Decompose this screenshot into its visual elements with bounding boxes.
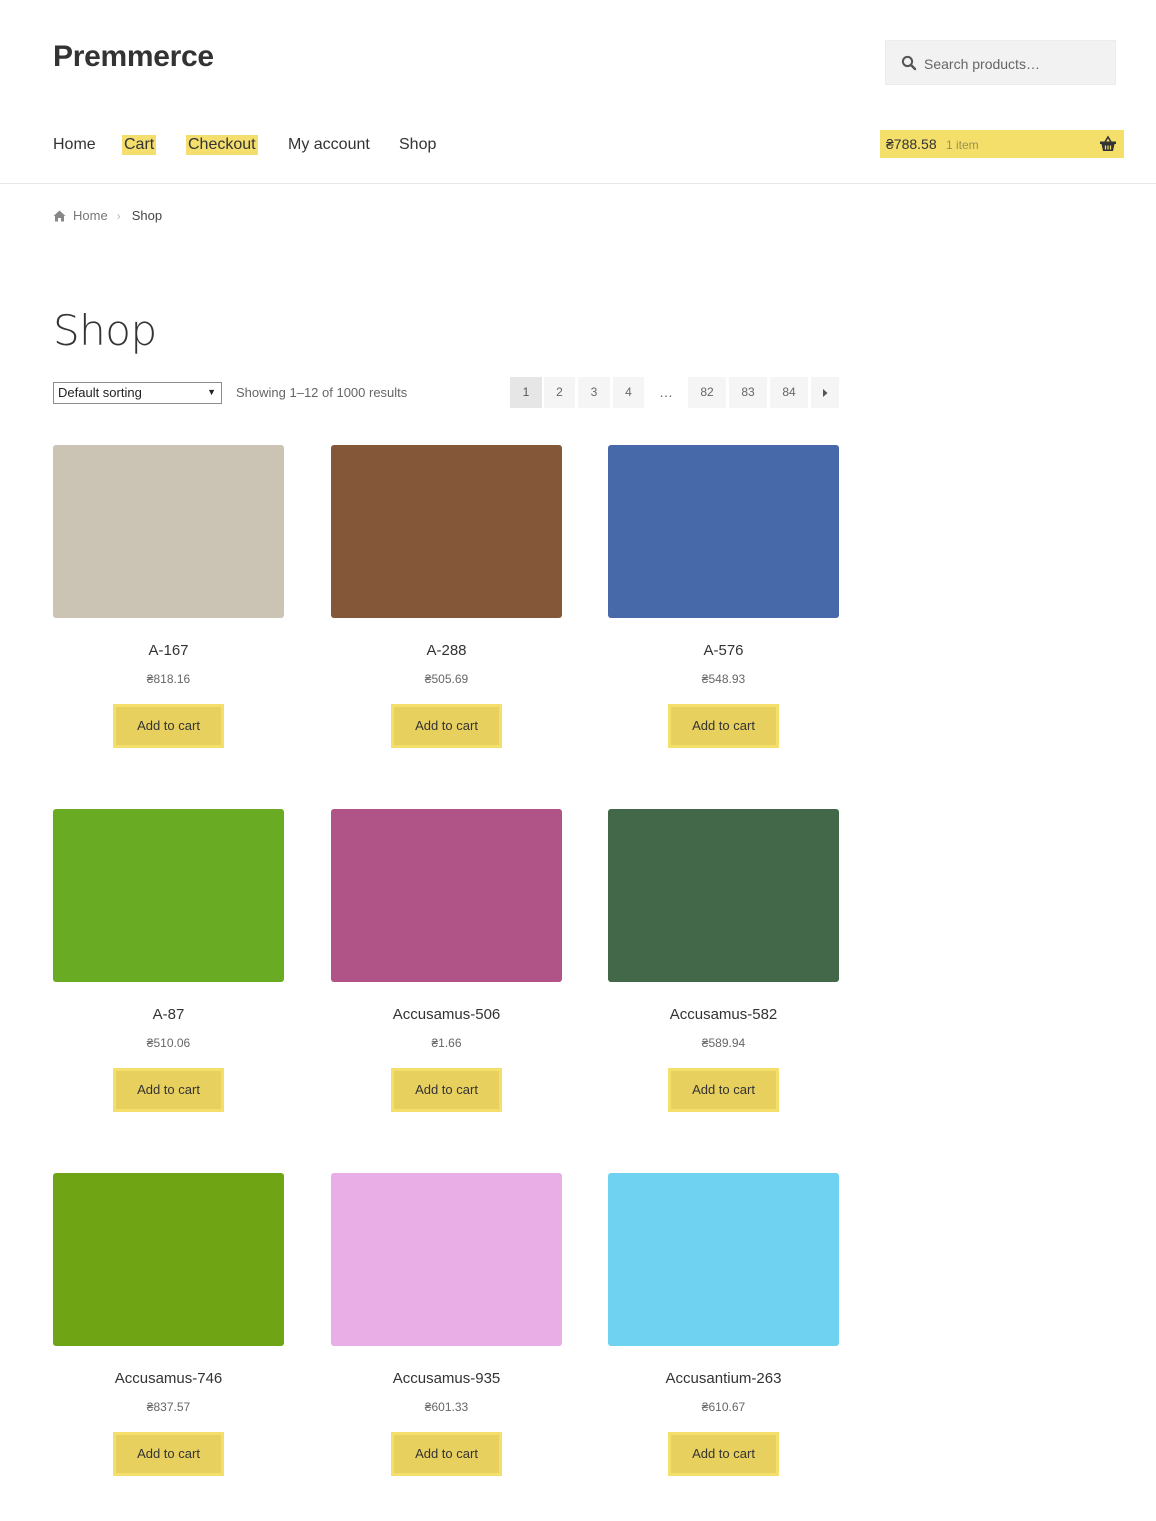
product-card: Accusamus-746 ₴837.57 Add to cart <box>53 1173 284 1476</box>
site-title[interactable]: Premmerce <box>53 40 214 74</box>
header-cart[interactable]: ₴788.58 1 item <box>880 130 1124 158</box>
product-image[interactable] <box>608 445 839 618</box>
add-to-cart-button[interactable]: Add to cart <box>391 704 502 748</box>
product-name[interactable]: Accusantium-263 <box>608 1370 839 1390</box>
product-price: ₴510.06 <box>146 1036 191 1050</box>
product-name[interactable]: A-576 <box>608 642 839 662</box>
breadcrumb: Home › Shop <box>53 208 162 223</box>
search-icon <box>901 55 917 71</box>
sort-selected-value: Default sorting <box>58 385 142 400</box>
product-price: ₴589.94 <box>701 1036 746 1050</box>
product-card: Accusantium-263 ₴610.67 Add to cart <box>608 1173 839 1476</box>
breadcrumb-home[interactable]: Home <box>73 208 108 223</box>
product-name[interactable]: Accusamus-935 <box>331 1370 562 1390</box>
product-card: Accusamus-935 ₴601.33 Add to cart <box>331 1173 562 1476</box>
product-price: ₴1.66 <box>431 1036 462 1050</box>
product-image[interactable] <box>53 809 284 982</box>
add-to-cart-button[interactable]: Add to cart <box>668 704 779 748</box>
product-name[interactable]: A-288 <box>331 642 562 662</box>
product-name[interactable]: A-87 <box>53 1006 284 1026</box>
add-to-cart-button[interactable]: Add to cart <box>668 1432 779 1476</box>
product-price: ₴610.67 <box>701 1400 746 1414</box>
nav-item-shop[interactable]: Shop <box>397 135 438 155</box>
page-number[interactable]: 4 <box>613 377 644 408</box>
nav-item-my-account[interactable]: My account <box>286 135 372 155</box>
chevron-down-icon: ▼ <box>207 387 216 397</box>
next-page-button[interactable] <box>811 377 839 408</box>
arrow-right-icon <box>823 388 828 397</box>
product-price: ₴837.57 <box>146 1400 191 1414</box>
header-divider <box>0 183 1156 184</box>
breadcrumb-current: Shop <box>131 208 163 223</box>
product-image[interactable] <box>331 445 562 618</box>
product-name[interactable]: A-167 <box>53 642 284 662</box>
product-card: A-87 ₴510.06 Add to cart <box>53 809 284 1112</box>
product-image[interactable] <box>608 1173 839 1346</box>
product-price: ₴818.16 <box>146 672 191 686</box>
search-box <box>885 40 1116 86</box>
product-card: A-288 ₴505.69 Add to cart <box>331 445 562 748</box>
home-icon <box>53 210 66 221</box>
page-number[interactable]: 84 <box>770 377 808 408</box>
basket-icon <box>1100 135 1116 151</box>
page-number[interactable]: 2 <box>544 377 575 408</box>
product-name[interactable]: Accusamus-506 <box>331 1006 562 1026</box>
sort-select[interactable]: Default sorting ▼ <box>53 382 222 404</box>
page-number-current: 1 <box>510 377 542 408</box>
nav-item-cart[interactable]: Cart <box>122 135 157 155</box>
add-to-cart-button[interactable]: Add to cart <box>391 1068 502 1112</box>
product-image[interactable] <box>608 809 839 982</box>
add-to-cart-button[interactable]: Add to cart <box>113 1432 224 1476</box>
product-price: ₴548.93 <box>701 672 746 686</box>
nav-item-home[interactable]: Home <box>51 135 98 155</box>
product-name[interactable]: Accusamus-582 <box>608 1006 839 1026</box>
product-price: ₴505.69 <box>424 672 469 686</box>
add-to-cart-button[interactable]: Add to cart <box>113 704 224 748</box>
page-number[interactable]: 83 <box>729 377 767 408</box>
product-card: A-576 ₴548.93 Add to cart <box>608 445 839 748</box>
product-name[interactable]: Accusamus-746 <box>53 1370 284 1390</box>
page-title: Shop <box>53 306 157 355</box>
product-card: A-167 ₴818.16 Add to cart <box>53 445 284 748</box>
nav-item-checkout[interactable]: Checkout <box>186 135 258 155</box>
product-image[interactable] <box>331 1173 562 1346</box>
product-price: ₴601.33 <box>424 1400 469 1414</box>
pagination-ellipsis: … <box>659 384 673 400</box>
result-count: Showing 1–12 of 1000 results <box>236 385 408 400</box>
product-image[interactable] <box>331 809 562 982</box>
breadcrumb-separator: › <box>116 208 121 223</box>
cart-total: ₴788.58 <box>886 136 937 152</box>
product-card: Accusamus-506 ₴1.66 Add to cart <box>331 809 562 1112</box>
page-number[interactable]: 3 <box>578 377 610 408</box>
cart-count: 1 item <box>946 138 979 152</box>
add-to-cart-button[interactable]: Add to cart <box>391 1432 502 1476</box>
page-number[interactable]: 82 <box>688 377 726 408</box>
add-to-cart-button[interactable]: Add to cart <box>113 1068 224 1112</box>
product-image[interactable] <box>53 445 284 618</box>
product-image[interactable] <box>53 1173 284 1346</box>
add-to-cart-button[interactable]: Add to cart <box>668 1068 779 1112</box>
product-card: Accusamus-582 ₴589.94 Add to cart <box>608 809 839 1112</box>
search-input[interactable] <box>922 41 1116 86</box>
